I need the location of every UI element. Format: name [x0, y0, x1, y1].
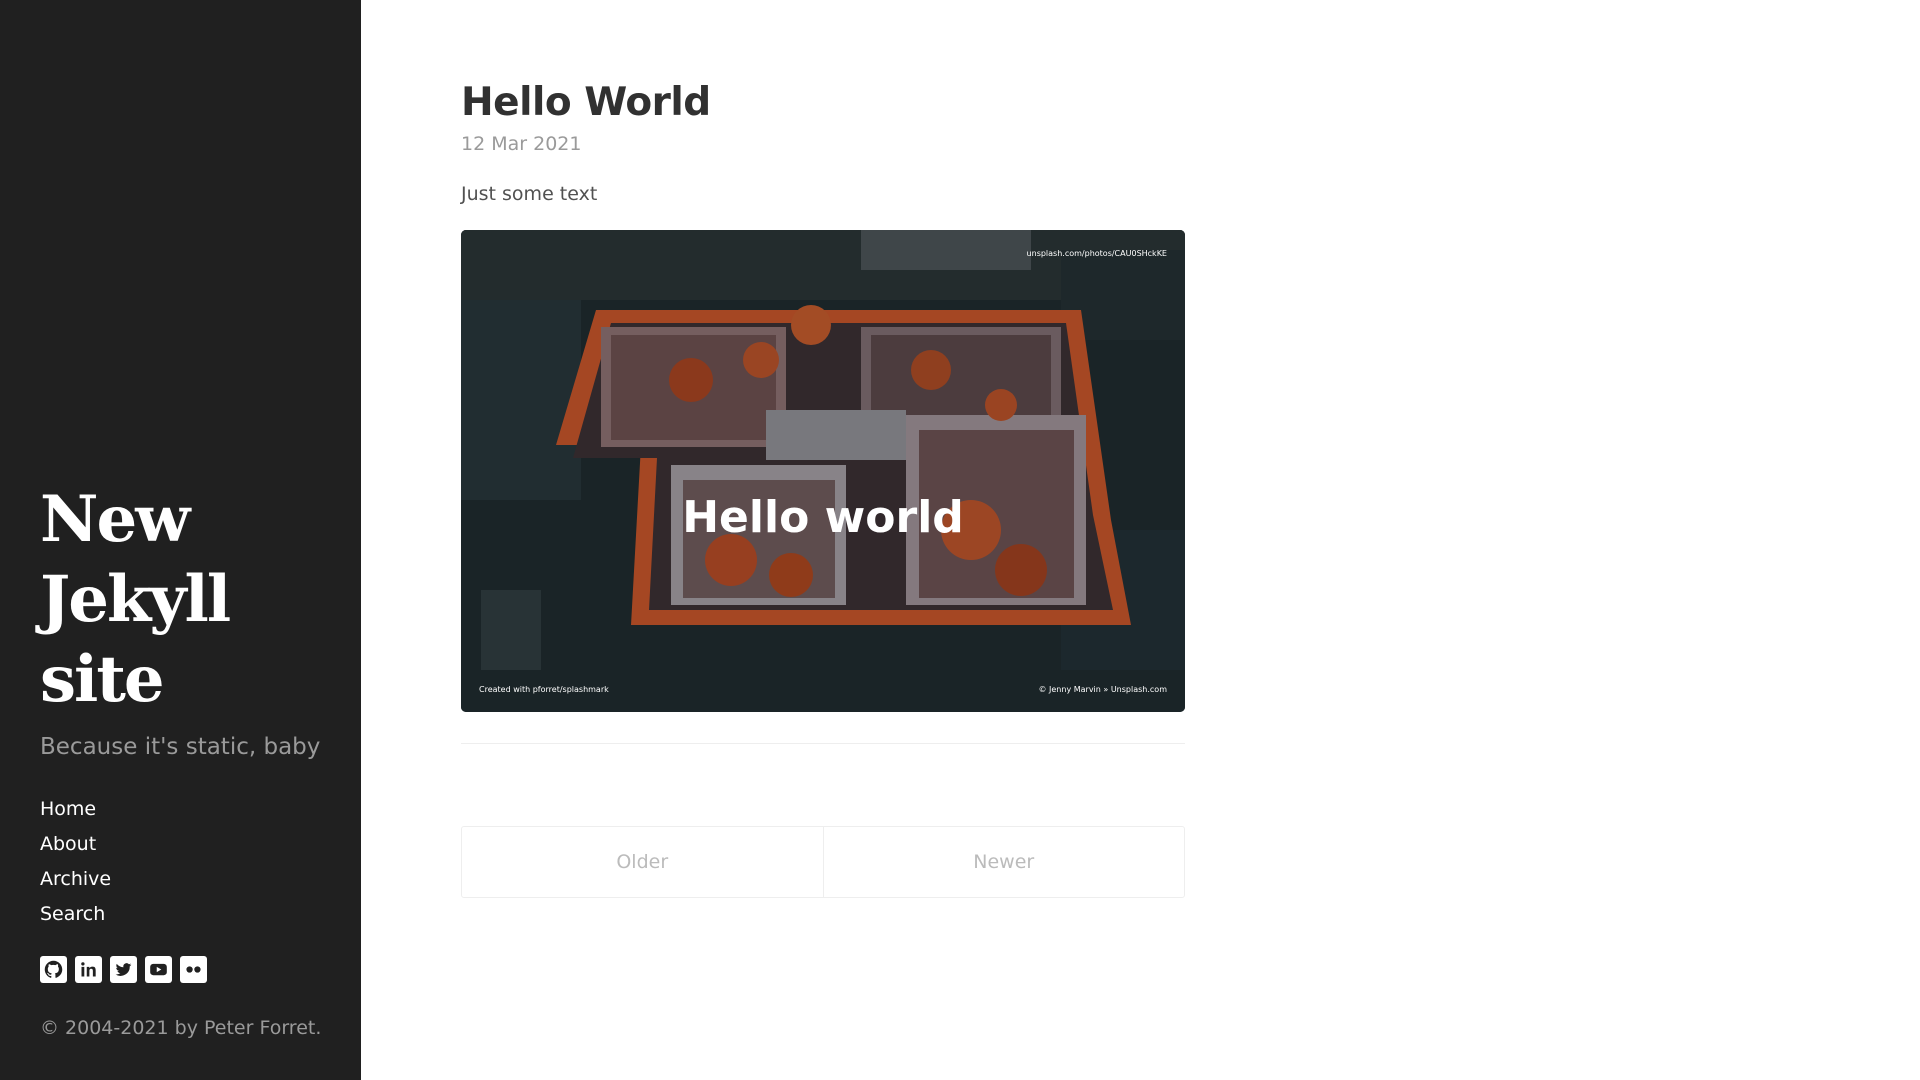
image-credit: © Jenny Marvin » Unsplash.com: [1038, 685, 1167, 694]
site-tagline: Because it's static, baby: [40, 734, 321, 760]
flickr-icon[interactable]: [180, 956, 207, 983]
site-title-line: Jekyll: [40, 562, 231, 637]
nav-item-search[interactable]: Search: [40, 897, 111, 932]
nav-item-about[interactable]: About: [40, 827, 111, 862]
pagination-older[interactable]: Older: [462, 827, 823, 897]
nav-item-home[interactable]: Home: [40, 792, 111, 827]
image-source-url: unsplash.com/photos/CAU0SHckKE: [1027, 249, 1167, 258]
pagination: Older Newer: [461, 826, 1185, 898]
post-image: Hello world unsplash.com/photos/CAU0SHck…: [461, 230, 1185, 712]
nav-item-archive[interactable]: Archive: [40, 862, 111, 897]
site-title-line: site: [40, 642, 165, 717]
pagination-newer[interactable]: Newer: [822, 827, 1185, 897]
post-divider: [461, 743, 1185, 744]
sidebar-nav: Home About Archive Search: [40, 792, 111, 932]
post-date: 12 Mar 2021: [461, 133, 582, 155]
site-title[interactable]: New Jekyll site: [40, 480, 280, 720]
copyright: © 2004-2021 by Peter Forret.: [40, 1017, 322, 1039]
site-title-line: New: [40, 482, 190, 557]
social-links: [40, 956, 207, 983]
post-title: Hello World: [461, 80, 711, 125]
sidebar: New Jekyll site Because it's static, bab…: [0, 0, 361, 1080]
twitter-icon[interactable]: [110, 956, 137, 983]
image-created-with: Created with pforret/splashmark: [479, 685, 609, 694]
aerial-house-image: Hello world unsplash.com/photos/CAU0SHck…: [461, 230, 1185, 712]
image-headline: Hello world: [682, 492, 964, 543]
github-icon[interactable]: [40, 956, 67, 983]
linkedin-icon[interactable]: [75, 956, 102, 983]
post-body: Just some text: [461, 183, 598, 205]
youtube-icon[interactable]: [145, 956, 172, 983]
